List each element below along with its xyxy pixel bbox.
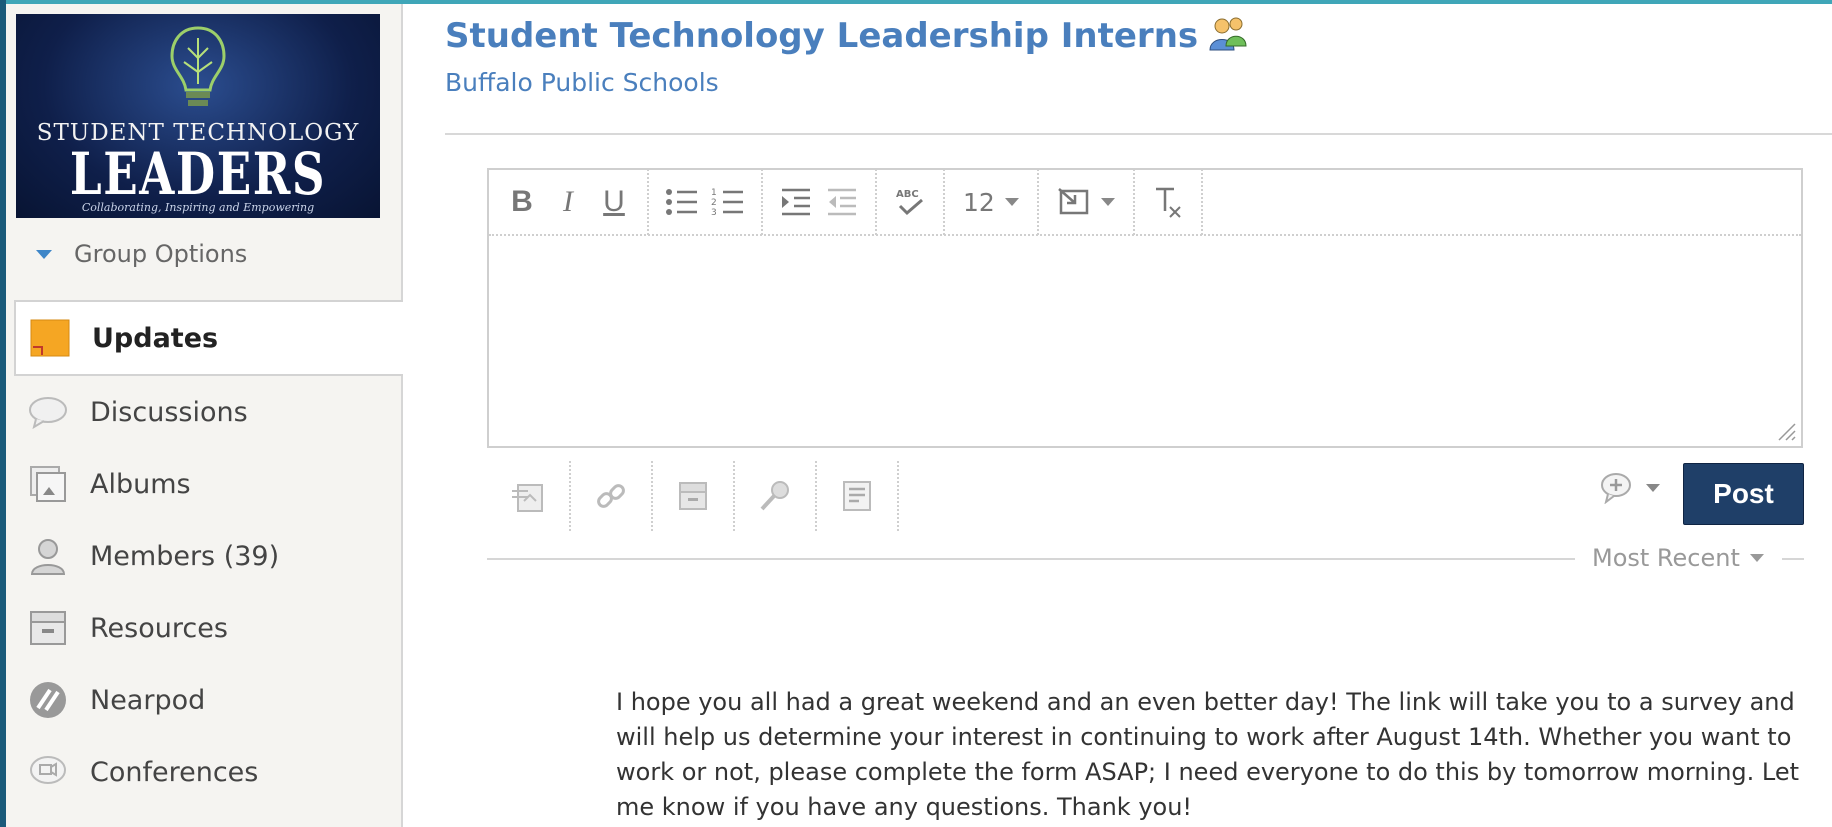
spellcheck-group: ABC — [877, 169, 945, 235]
sidebar-item-albums[interactable]: Albums — [6, 448, 403, 520]
clear-format-group — [1135, 169, 1203, 235]
attach-resource-button[interactable] — [653, 461, 735, 531]
comment-options-dropdown[interactable] — [1600, 472, 1660, 504]
logo-line2: LEADERS — [69, 140, 327, 208]
logo-tagline: Collaborating, Inspiring and Empowering — [81, 201, 315, 214]
sort-dropdown[interactable]: Most Recent — [1592, 544, 1764, 572]
sidebar: STUDENT TECHNOLOGY LEADERS Collaborating… — [6, 4, 403, 827]
list-group: 123 — [649, 169, 763, 235]
attachment-toolbar — [487, 458, 899, 534]
group-options-label: Group Options — [74, 240, 248, 268]
chat-bubble-icon — [26, 390, 70, 434]
link-icon — [597, 484, 625, 508]
spellcheck-icon[interactable]: ABC — [887, 180, 933, 224]
sidebar-item-resources[interactable]: Resources — [6, 592, 403, 664]
svg-text:3: 3 — [711, 208, 717, 218]
svg-text:1: 1 — [711, 188, 717, 198]
group-options-toggle[interactable]: Group Options — [36, 240, 247, 268]
attach-document-button[interactable] — [817, 461, 899, 531]
sidebar-item-discussions[interactable]: Discussions — [6, 376, 403, 448]
sort-divider — [487, 558, 1575, 560]
editor-body[interactable] — [489, 236, 1801, 446]
sidebar-item-label: Conferences — [90, 756, 259, 788]
numbered-list-icon[interactable]: 123 — [705, 180, 751, 224]
indent-icon[interactable] — [773, 180, 819, 224]
underline-button[interactable]: U — [591, 180, 637, 224]
sidebar-item-label: Members (39) — [90, 540, 280, 572]
post-editor: B I U 123 ABC 12 — [487, 168, 1803, 448]
nearpod-icon — [26, 678, 70, 722]
drawer-icon — [26, 606, 70, 650]
school-link[interactable]: Buffalo Public Schools — [445, 68, 719, 97]
insert-group — [1039, 169, 1135, 235]
italic-button[interactable]: I — [545, 180, 591, 224]
resize-handle-icon[interactable] — [1775, 420, 1797, 442]
sidebar-item-conferences[interactable]: Conferences — [6, 736, 403, 808]
post-button[interactable]: Post — [1683, 463, 1804, 525]
attach-link-button[interactable] — [571, 461, 653, 531]
editor-toolbar: B I U 123 ABC 12 — [489, 169, 1801, 236]
sidebar-item-label: Discussions — [90, 396, 248, 428]
svg-text:2: 2 — [711, 198, 717, 208]
record-audio-button[interactable] — [735, 461, 817, 531]
lightbulb-icon — [170, 26, 226, 106]
header-divider — [445, 133, 1832, 135]
outdent-icon[interactable] — [819, 180, 865, 224]
sidebar-nav: Updates Discussions Albums Members (39) … — [6, 300, 403, 808]
clear-formatting-icon[interactable] — [1145, 180, 1191, 224]
triangle-down-icon — [36, 249, 52, 259]
sort-divider-tail — [1782, 558, 1804, 560]
sidebar-item-nearpod[interactable]: Nearpod — [6, 664, 403, 736]
chevron-down-icon — [1100, 198, 1115, 206]
sticky-note-icon — [28, 316, 72, 360]
bold-button[interactable]: B — [499, 180, 545, 224]
sort-label: Most Recent — [1592, 544, 1740, 572]
group-people-icon — [1208, 16, 1248, 56]
sidebar-item-members[interactable]: Members (39) — [6, 520, 403, 592]
group-header: Student Technology Leadership Interns — [445, 16, 1248, 56]
member-icon — [26, 534, 70, 578]
group-logo: STUDENT TECHNOLOGY LEADERS Collaborating… — [16, 14, 380, 218]
chevron-down-icon — [1646, 484, 1660, 492]
video-chat-icon — [26, 750, 70, 794]
insert-dropdown[interactable] — [1049, 187, 1123, 217]
bullet-list-icon[interactable] — [659, 180, 705, 224]
add-comment-icon — [1601, 473, 1631, 504]
indent-group — [763, 169, 877, 235]
format-group: B I U — [489, 169, 649, 235]
microphone-icon — [760, 481, 789, 511]
drawer-icon — [679, 482, 707, 510]
chevron-down-icon — [1004, 198, 1019, 206]
attach-file-button[interactable] — [487, 461, 571, 531]
document-icon — [843, 481, 871, 511]
insert-box-icon — [1057, 188, 1089, 215]
font-size-select[interactable]: 12 — [955, 188, 1027, 217]
font-size-group: 12 — [945, 169, 1039, 235]
album-icon — [26, 462, 70, 506]
attach-file-icon — [512, 484, 543, 512]
sidebar-item-label: Updates — [92, 322, 219, 354]
sidebar-item-updates[interactable]: Updates — [14, 300, 403, 376]
sidebar-item-label: Nearpod — [90, 684, 206, 716]
svg-text:ABC: ABC — [896, 189, 919, 200]
chevron-down-icon — [1749, 554, 1764, 562]
font-size-value: 12 — [963, 187, 995, 217]
sidebar-item-label: Resources — [90, 612, 228, 644]
update-post-text: I hope you all had a great weekend and a… — [616, 688, 1800, 821]
sidebar-item-label: Albums — [90, 468, 191, 500]
page-title[interactable]: Student Technology Leadership Interns — [445, 16, 1198, 56]
